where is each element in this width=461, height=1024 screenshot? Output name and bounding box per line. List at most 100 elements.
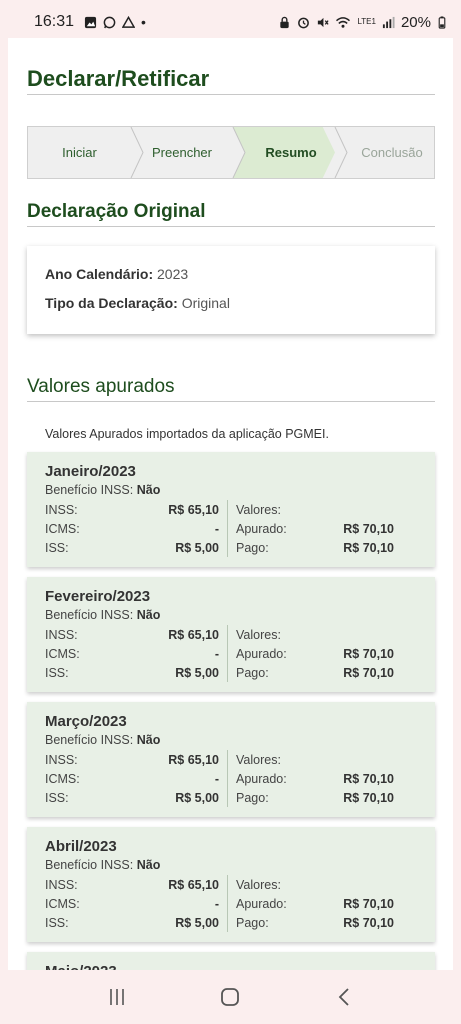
totals-column: Valores: Apurado: R$ 70,10 Pago: R$ 70,10 <box>228 625 417 682</box>
benefit-value: Não <box>136 608 161 622</box>
icms-value: - <box>214 896 219 911</box>
status-time: 16:31 <box>34 13 75 30</box>
apurado-row: Apurado: R$ 70,10 <box>236 644 394 663</box>
taxes-column: INSS: R$ 65,10 ICMS: - ISS: R$ 5,00 <box>45 625 228 682</box>
benefit-label: Benefício INSS: <box>45 608 134 622</box>
pago-row: Pago: R$ 70,10 <box>236 663 394 682</box>
back-button[interactable] <box>329 982 359 1012</box>
whatsapp-icon <box>103 16 116 28</box>
icms-value: - <box>214 521 219 536</box>
apurado-label: Apurado: <box>236 646 287 661</box>
inss-label: INSS: <box>45 627 78 642</box>
iss-value: R$ 5,00 <box>175 540 219 555</box>
taxes-column: INSS: R$ 65,10 ICMS: - ISS: R$ 5,00 <box>45 875 228 932</box>
apurado-value: R$ 70,10 <box>343 521 394 536</box>
battery-percent: 20% <box>400 13 431 31</box>
original-heading: Declaração Original <box>27 201 206 222</box>
icms-value: - <box>214 646 219 661</box>
iss-row: ISS: R$ 5,00 <box>45 663 219 682</box>
values-columns: INSS: R$ 65,10 ICMS: - ISS: R$ 5,00 Valores: Ap… <box>45 750 417 807</box>
dot-icon: • <box>141 14 146 30</box>
totals-column: Valores: Apurado: R$ 70,10 Pago: R$ 70,10 <box>228 750 417 807</box>
apurado-value: R$ 70,10 <box>343 896 394 911</box>
year-line: Ano Calendário: 2023 <box>45 266 417 282</box>
inss-value: R$ 65,10 <box>168 877 219 892</box>
apurado-label: Apurado: <box>236 771 287 786</box>
icms-label: ICMS: <box>45 896 80 911</box>
apurado-label: Apurado: <box>236 521 287 536</box>
iss-label: ISS: <box>45 665 69 680</box>
recent-apps-button[interactable] <box>102 982 132 1012</box>
pago-row: Pago: R$ 70,10 <box>236 788 394 807</box>
taxes-column: INSS: R$ 65,10 ICMS: - ISS: R$ 5,00 <box>45 750 228 807</box>
pago-value: R$ 70,10 <box>343 540 394 555</box>
valores-label: Valores: <box>236 502 281 517</box>
inss-label: INSS: <box>45 502 78 517</box>
title-divider <box>27 94 435 95</box>
nav-bar <box>0 970 461 1024</box>
wifi-icon <box>336 16 351 28</box>
benefit-line: Benefício INSS: Não <box>45 483 417 497</box>
apurado-label: Apurado: <box>236 896 287 911</box>
valores-label: Valores: <box>236 627 281 642</box>
inss-row: INSS: R$ 65,10 <box>45 500 219 519</box>
values-columns: INSS: R$ 65,10 ICMS: - ISS: R$ 5,00 Valores: Ap… <box>45 625 417 682</box>
benefit-label: Benefício INSS: <box>45 483 134 497</box>
benefit-label: Benefício INSS: <box>45 858 134 872</box>
recent-apps-icon <box>110 989 124 1005</box>
month-title: Abril/2023 <box>45 838 117 855</box>
drive-icon <box>122 15 136 28</box>
inss-row: INSS: R$ 65,10 <box>45 625 219 644</box>
lock-icon <box>280 16 290 28</box>
alarm-icon <box>298 17 310 28</box>
inss-label: INSS: <box>45 752 78 767</box>
inss-label: INSS: <box>45 877 78 892</box>
network-label: LTE1 <box>357 17 376 26</box>
pago-label: Pago: <box>236 665 269 680</box>
benefit-value: Não <box>136 858 161 872</box>
apurado-value: R$ 70,10 <box>343 646 394 661</box>
gallery-icon <box>84 16 97 28</box>
icms-label: ICMS: <box>45 771 80 786</box>
back-icon <box>338 988 349 1006</box>
values-divider <box>27 401 435 402</box>
valores-label: Valores: <box>236 752 281 767</box>
month-card: Março/2023 Benefício INSS: Não INSS: R$ 65,… <box>27 702 435 817</box>
inss-value: R$ 65,10 <box>168 502 219 517</box>
iss-label: ISS: <box>45 540 69 555</box>
original-card: Ano Calendário: 2023 Tipo da Declaração:… <box>27 246 435 334</box>
pago-label: Pago: <box>236 790 269 805</box>
icms-label: ICMS: <box>45 646 80 661</box>
benefit-line: Benefício INSS: Não <box>45 608 417 622</box>
status-left: 16:31 • <box>34 13 146 31</box>
mute-icon <box>318 17 330 27</box>
home-button[interactable] <box>215 982 245 1012</box>
stepper: Iniciar Preencher Resumo Conclusão <box>27 126 435 179</box>
pago-label: Pago: <box>236 540 269 555</box>
home-icon <box>221 988 240 1006</box>
type-value: Original <box>181 295 230 311</box>
benefit-line: Benefício INSS: Não <box>45 858 417 872</box>
iss-label: ISS: <box>45 915 69 930</box>
iss-value: R$ 5,00 <box>175 790 219 805</box>
benefit-label: Benefício INSS: <box>45 733 134 747</box>
original-divider <box>27 226 435 227</box>
values-columns: INSS: R$ 65,10 ICMS: - ISS: R$ 5,00 Valores: Ap… <box>45 875 417 932</box>
month-title: Janeiro/2023 <box>45 463 136 480</box>
apurado-row: Apurado: R$ 70,10 <box>236 894 394 913</box>
pago-row: Pago: R$ 70,10 <box>236 913 394 932</box>
icms-label: ICMS: <box>45 521 80 536</box>
valores-row: Valores: <box>236 625 394 644</box>
month-title: Março/2023 <box>45 713 127 730</box>
icms-row: ICMS: - <box>45 769 219 788</box>
valores-row: Valores: <box>236 750 394 769</box>
pago-row: Pago: R$ 70,10 <box>236 538 394 557</box>
iss-value: R$ 5,00 <box>175 665 219 680</box>
inss-row: INSS: R$ 65,10 <box>45 750 219 769</box>
totals-column: Valores: Apurado: R$ 70,10 Pago: R$ 70,10 <box>228 875 417 932</box>
status-right: LTE1 20% <box>278 14 447 31</box>
inss-value: R$ 65,10 <box>168 752 219 767</box>
year-key: Ano Calendário: <box>45 266 154 282</box>
apurado-row: Apurado: R$ 70,10 <box>236 519 394 538</box>
pago-value: R$ 70,10 <box>343 915 394 930</box>
